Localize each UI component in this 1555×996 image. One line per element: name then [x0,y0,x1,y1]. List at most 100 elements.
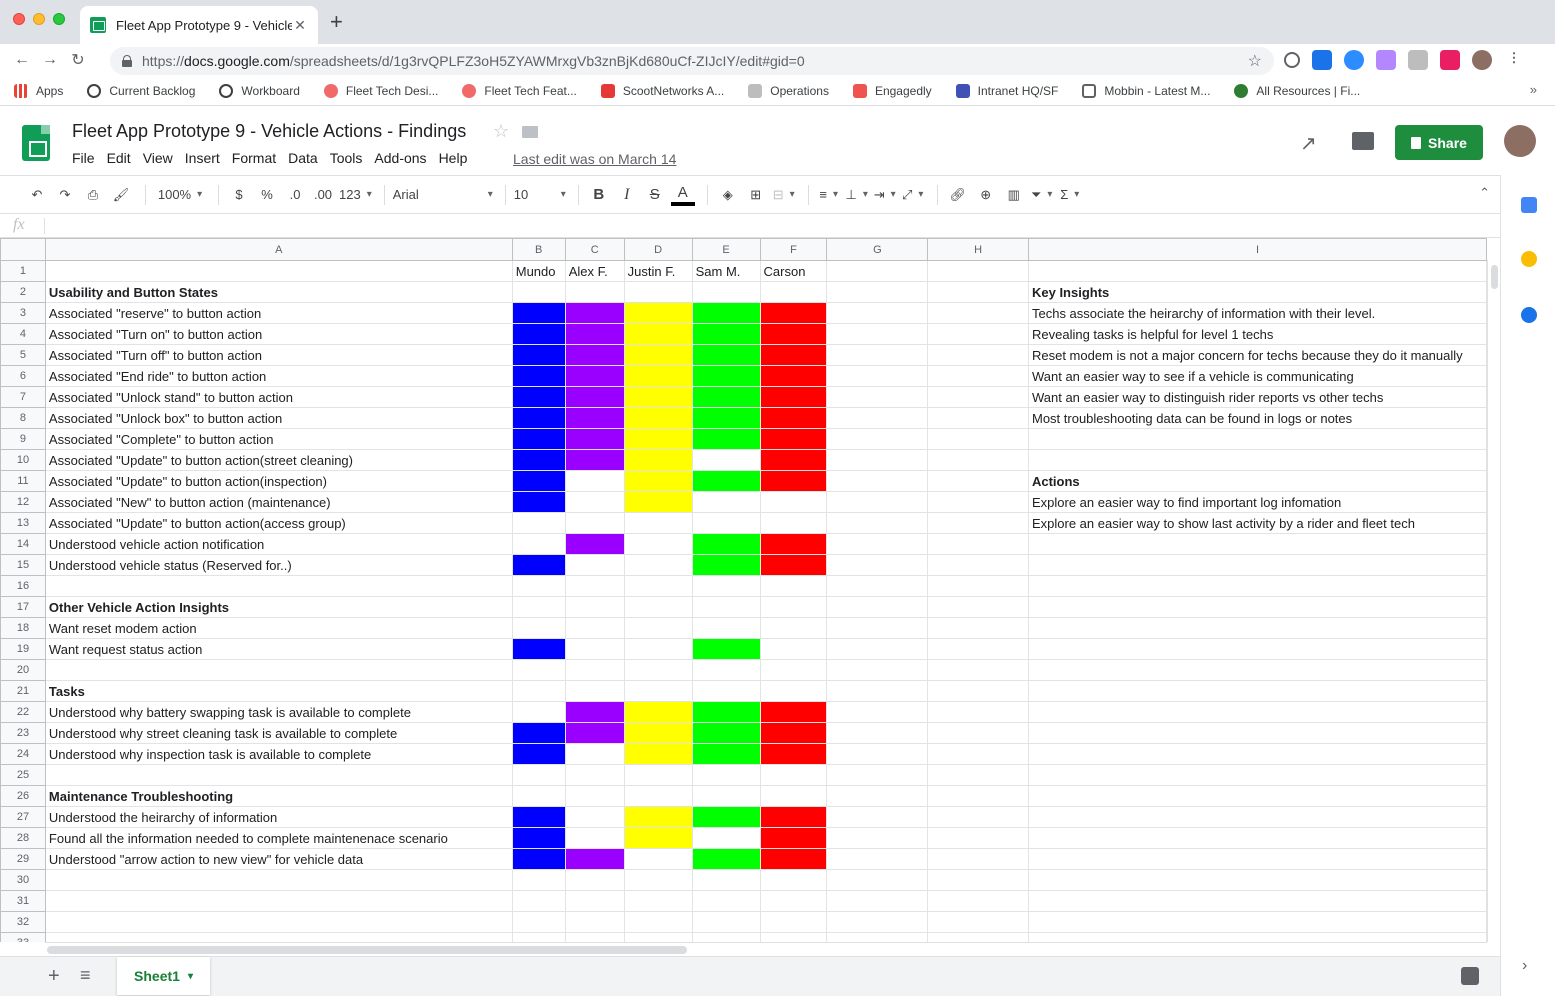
cell-h[interactable] [927,827,1029,849]
cell-i[interactable] [1027,890,1487,912]
expand-panel-icon[interactable]: › [1522,957,1527,975]
row-header[interactable]: 10 [0,449,46,471]
text-wrapping-icon[interactable]: ⇥ [873,183,897,207]
zoom-extension-icon[interactable] [1344,50,1364,70]
cell-a[interactable]: Associated "Complete" to button action [44,428,513,450]
row-header[interactable]: 6 [0,365,46,387]
cell-f[interactable] [759,323,828,345]
cell-h[interactable] [927,722,1029,744]
font-size-select[interactable]: 10 [514,183,566,207]
cell-h[interactable] [927,659,1029,681]
cell-e[interactable]: Sam M. [691,260,761,282]
cell-c[interactable] [564,701,625,723]
cell-c[interactable] [564,533,625,555]
cell-e[interactable] [691,344,761,366]
cell-g[interactable] [826,428,929,450]
cell-e[interactable] [691,785,761,807]
row-header[interactable]: 14 [0,533,46,555]
cell-i[interactable] [1027,596,1487,618]
vertical-scroll-thumb[interactable] [1491,265,1498,289]
cell-g[interactable] [826,890,929,912]
cell-c[interactable] [564,806,625,828]
row-header[interactable]: 18 [0,617,46,639]
cell-h[interactable] [927,743,1029,765]
cell-d[interactable] [623,428,693,450]
cell-b[interactable] [511,806,566,828]
cell-a[interactable] [44,260,513,282]
cell-c[interactable] [564,344,625,366]
percent-format-button[interactable]: % [255,183,279,207]
cell-d[interactable] [623,617,693,639]
bookmark-scootnetworks[interactable]: ScootNetworks A... [600,83,724,98]
cell-e[interactable] [691,806,761,828]
cell-d[interactable] [623,722,693,744]
italic-button[interactable]: I [615,183,639,207]
cell-f[interactable] [759,869,828,891]
cell-d[interactable] [623,764,693,786]
cell-b[interactable] [511,533,566,555]
cell-h[interactable] [927,848,1029,870]
star-icon[interactable]: ☆ [493,121,509,142]
cell-i[interactable]: Most troubleshooting data can be found i… [1027,407,1487,429]
cell-e[interactable] [691,554,761,576]
cell-b[interactable]: Mundo [511,260,566,282]
cell-i[interactable] [1027,449,1487,471]
cell-i[interactable] [1027,617,1487,639]
column-header-e[interactable]: E [691,238,761,261]
extension-icon[interactable] [1408,50,1428,70]
cell-c[interactable] [564,743,625,765]
all-sheets-menu-icon[interactable]: ≡ [80,965,91,986]
menu-view[interactable]: View [137,150,179,166]
formula-bar[interactable]: fx [0,213,1500,238]
cell-f[interactable] [759,344,828,366]
cell-c[interactable] [564,428,625,450]
cell-g[interactable] [826,533,929,555]
browser-menu-icon[interactable]: ⋮ [1504,50,1524,70]
activity-dashboard-icon[interactable]: ↗ [1300,131,1317,156]
cell-d[interactable] [623,806,693,828]
cell-a[interactable]: Associated "End ride" to button action [44,365,513,387]
cell-e[interactable] [691,575,761,597]
row-header[interactable]: 20 [0,659,46,681]
cell-i[interactable]: Reset modem is not a major concern for t… [1027,344,1487,366]
cell-f[interactable] [759,680,828,702]
cell-h[interactable] [927,260,1029,282]
cell-a[interactable]: Associated "New" to button action (maint… [44,491,513,513]
cell-a[interactable]: Maintenance Troubleshooting [44,785,513,807]
cell-b[interactable] [511,512,566,534]
cell-a[interactable] [44,911,513,933]
cell-b[interactable] [511,890,566,912]
forward-arrow-icon[interactable]: → [36,51,64,69]
filter-icon[interactable]: ⏷ [1030,183,1054,207]
insert-link-icon[interactable]: 🔗︎ [946,183,970,207]
cell-e[interactable] [691,659,761,681]
cell-e[interactable] [691,407,761,429]
row-header[interactable]: 15 [0,554,46,576]
cell-d[interactable] [623,533,693,555]
row-header[interactable]: 26 [0,785,46,807]
cell-h[interactable] [927,407,1029,429]
cell-e[interactable] [691,491,761,513]
row-header[interactable]: 23 [0,722,46,744]
cell-c[interactable] [564,764,625,786]
insert-comment-icon[interactable]: ⊕ [974,183,998,207]
bookmark-engagedly[interactable]: Engagedly [852,83,932,98]
cell-a[interactable] [44,575,513,597]
column-header-a[interactable]: A [44,238,513,261]
cell-e[interactable] [691,848,761,870]
share-button[interactable]: Share [1395,125,1483,160]
row-header[interactable]: 8 [0,407,46,429]
cell-b[interactable] [511,869,566,891]
cell-h[interactable] [927,512,1029,534]
currency-format-button[interactable]: $ [227,183,251,207]
last-edit-link[interactable]: Last edit was on March 14 [513,151,676,167]
cell-h[interactable] [927,386,1029,408]
cell-f[interactable] [759,470,828,492]
cell-b[interactable] [511,491,566,513]
cell-b[interactable] [511,407,566,429]
minimize-window-button[interactable] [33,13,45,25]
cell-i[interactable]: Explore an easier way to show last activ… [1027,512,1487,534]
cell-c[interactable] [564,680,625,702]
cell-a[interactable]: Associated "reserve" to button action [44,302,513,324]
cell-e[interactable] [691,827,761,849]
